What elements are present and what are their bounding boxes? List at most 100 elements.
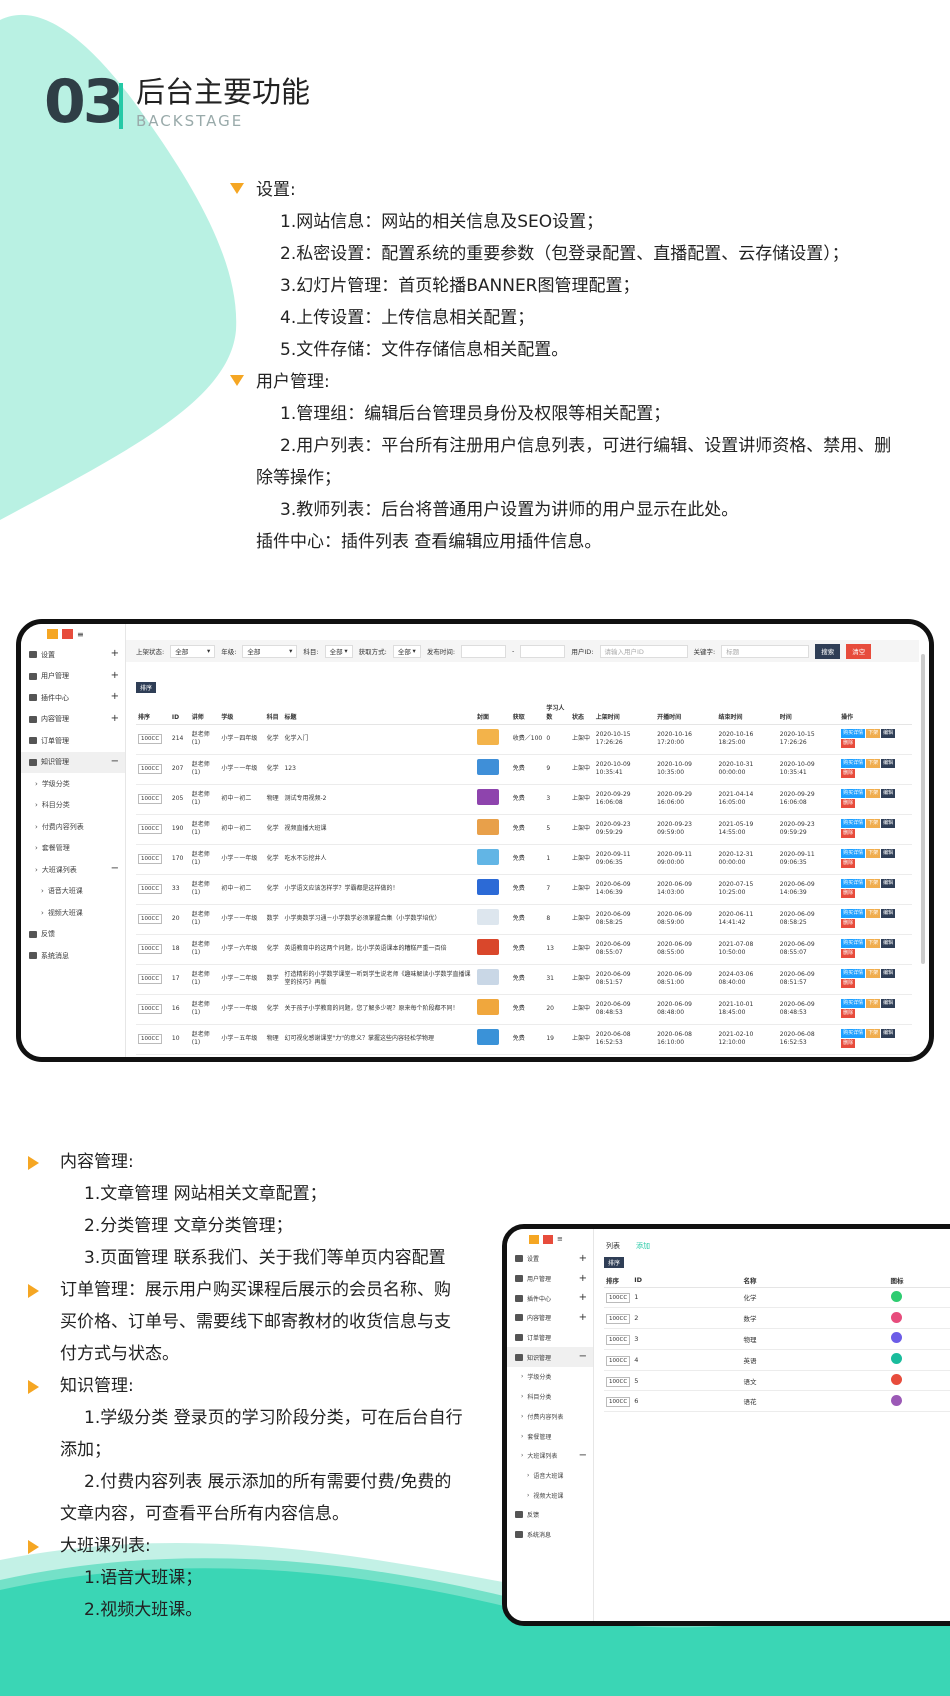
sidebar-item[interactable]: 内容管理 + (507, 1308, 593, 1328)
order-input[interactable]: 100CC (606, 1293, 631, 1304)
action-button[interactable]: 下架 (866, 909, 881, 918)
sort-button[interactable]: 排序 (136, 682, 157, 693)
order-input[interactable]: 100CC (138, 943, 163, 954)
order-input[interactable]: 100CC (606, 1355, 631, 1366)
action-button[interactable]: 下架 (866, 879, 881, 888)
expand-toggle-icon[interactable]: + (111, 713, 119, 724)
action-button[interactable]: 删除 (841, 1039, 856, 1048)
search-button[interactable]: 搜索 (815, 643, 841, 659)
sidebar-item[interactable]: › 付费内容列表 (507, 1407, 593, 1427)
sidebar-item[interactable]: 订单管理 (507, 1328, 593, 1348)
action-button[interactable]: 删除 (841, 1009, 856, 1018)
sidebar-item[interactable]: 系统消息 (21, 945, 125, 967)
subject-select[interactable]: 全部 ▾ (324, 644, 353, 658)
order-input[interactable]: 100CC (138, 883, 163, 894)
action-button[interactable]: 编辑 (881, 1029, 896, 1038)
sidebar-item[interactable]: › 大班课列表 − (21, 859, 125, 881)
action-button[interactable]: 购买详情 (841, 819, 866, 828)
sidebar-item[interactable]: 设置 + (21, 644, 125, 666)
sidebar-item[interactable]: › 视频大班课 (21, 902, 125, 924)
action-button[interactable]: 下架 (866, 819, 881, 828)
sidebar-item[interactable]: 订单管理 (21, 730, 125, 752)
expand-toggle-icon[interactable]: + (111, 691, 119, 702)
action-button[interactable]: 删除 (841, 859, 856, 868)
status-select[interactable]: 全部 ▾ (170, 644, 216, 658)
keyword-input[interactable]: 标题 (721, 644, 810, 658)
home-icon[interactable] (47, 629, 58, 639)
sidebar-item[interactable]: 反馈 (21, 924, 125, 946)
action-button[interactable]: 下架 (866, 939, 881, 948)
action-button[interactable]: 编辑 (881, 939, 896, 948)
tab-add[interactable]: 添加 (636, 1241, 650, 1251)
action-button[interactable]: 删除 (841, 919, 856, 928)
action-button[interactable]: 编辑 (881, 759, 896, 768)
menu-icon[interactable]: ≡ (77, 630, 84, 639)
sidebar-item[interactable]: › 学级分类 (507, 1367, 593, 1387)
sort-button-2[interactable]: 排序 (604, 1257, 625, 1268)
action-button[interactable]: 编辑 (881, 819, 896, 828)
sidebar-item[interactable]: › 科目分类 (21, 795, 125, 817)
action-button[interactable]: 编辑 (881, 909, 896, 918)
sidebar-item[interactable]: 设置 + (507, 1249, 593, 1269)
expand-toggle-icon[interactable]: + (579, 1292, 587, 1303)
sidebar-item[interactable]: 插件中心 + (21, 687, 125, 709)
order-input[interactable]: 100CC (138, 823, 163, 834)
action-button[interactable]: 编辑 (881, 999, 896, 1008)
action-button[interactable]: 下架 (866, 759, 881, 768)
action-button[interactable]: 删除 (841, 979, 856, 988)
action-button[interactable]: 删除 (841, 799, 856, 808)
action-button[interactable]: 编辑 (881, 879, 896, 888)
action-button[interactable]: 删除 (841, 769, 856, 778)
order-input[interactable]: 100CC (606, 1314, 631, 1325)
delete-icon[interactable] (62, 629, 73, 639)
expand-toggle-icon[interactable]: + (111, 648, 119, 659)
menu-icon[interactable]: ≡ (557, 1235, 563, 1243)
action-button[interactable]: 删除 (841, 949, 856, 958)
action-button[interactable]: 购买详情 (841, 879, 866, 888)
start-date-input[interactable] (461, 644, 507, 658)
order-input[interactable]: 100CC (138, 853, 163, 864)
action-button[interactable]: 下架 (866, 729, 881, 738)
end-date-input[interactable] (520, 644, 566, 658)
action-button[interactable]: 下架 (866, 999, 881, 1008)
sidebar-item[interactable]: › 视频大班课 (507, 1485, 593, 1505)
scrollbar[interactable] (921, 654, 925, 964)
action-button[interactable]: 编辑 (881, 729, 896, 738)
action-button[interactable]: 编辑 (881, 969, 896, 978)
tab-list[interactable]: 列表 (606, 1241, 620, 1251)
action-button[interactable]: 购买详情 (841, 909, 866, 918)
order-input[interactable]: 100CC (138, 973, 163, 984)
action-button[interactable]: 删除 (841, 739, 856, 748)
action-button[interactable]: 购买详情 (841, 999, 866, 1008)
action-button[interactable]: 编辑 (881, 789, 896, 798)
action-button[interactable]: 购买详情 (841, 939, 866, 948)
uid-input[interactable]: 请输入用户ID (599, 644, 688, 658)
action-button[interactable]: 下架 (866, 849, 881, 858)
sidebar-item[interactable]: › 学级分类 (21, 773, 125, 795)
sidebar-item[interactable]: 插件中心 + (507, 1288, 593, 1308)
action-button[interactable]: 下架 (866, 969, 881, 978)
expand-toggle-icon[interactable]: + (111, 670, 119, 681)
expand-toggle-icon[interactable]: + (579, 1273, 587, 1284)
order-input[interactable]: 100CC (138, 793, 163, 804)
action-button[interactable]: 下架 (866, 789, 881, 798)
expand-toggle-icon[interactable]: + (579, 1312, 587, 1323)
sidebar-item[interactable]: 用户管理 + (507, 1269, 593, 1289)
expand-toggle-icon[interactable]: − (111, 863, 119, 874)
order-input[interactable]: 100CC (606, 1376, 631, 1387)
sidebar-item[interactable]: › 付费内容列表 (21, 816, 125, 838)
sidebar-item[interactable]: › 科目分类 (507, 1387, 593, 1407)
action-button[interactable]: 删除 (841, 889, 856, 898)
sidebar-item[interactable]: 系统消息 (507, 1525, 593, 1545)
action-button[interactable]: 删除 (841, 829, 856, 838)
sidebar-item[interactable]: › 套餐管理 (507, 1426, 593, 1446)
sidebar-item[interactable]: 反馈 (507, 1505, 593, 1525)
order-input[interactable]: 100CC (606, 1397, 631, 1408)
sidebar-item[interactable]: › 大班课列表 − (507, 1446, 593, 1466)
order-input[interactable]: 100CC (138, 763, 163, 774)
expand-toggle-icon[interactable]: − (579, 1450, 587, 1461)
sidebar-item[interactable]: 用户管理 + (21, 666, 125, 688)
expand-toggle-icon[interactable]: − (579, 1351, 587, 1362)
order-input[interactable]: 100CC (138, 1033, 163, 1044)
sidebar-item[interactable]: 知识管理 − (507, 1347, 593, 1368)
